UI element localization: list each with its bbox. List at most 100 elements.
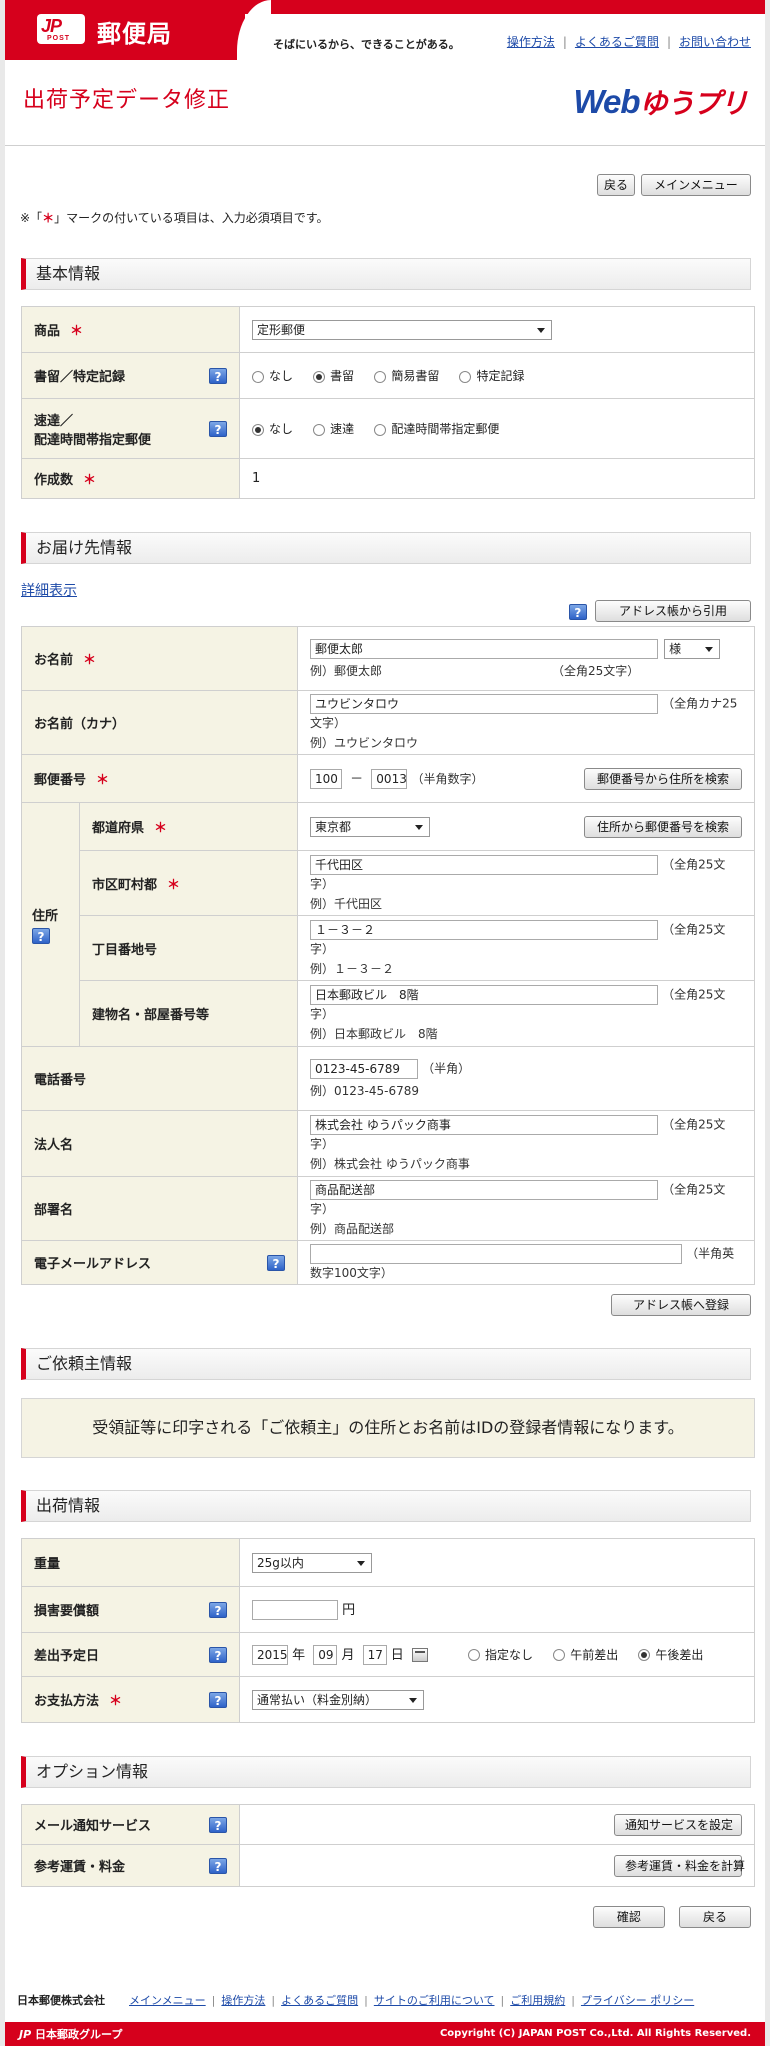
top-actions: 戻る メインメニュー <box>591 174 751 196</box>
city-input[interactable]: 千代田区 <box>310 854 658 875</box>
radio-express-timeslot[interactable]: 配達時間帯指定郵便 <box>374 420 499 437</box>
radio-registered-record[interactable]: 特定記録 <box>459 367 524 384</box>
row-block: 丁目番地号 １－３－２ （全角25文字） 例）１－３－２ <box>22 915 755 981</box>
link-faq[interactable]: よくあるご質問 <box>575 35 659 49</box>
kana-input[interactable]: ユウビンタロウ <box>310 694 658 714</box>
footer-link-menu[interactable]: メインメニュー <box>129 1994 206 2007</box>
top-links: 操作方法 | よくあるご質問 | お問い合わせ <box>506 35 751 49</box>
radio-registered-none[interactable]: なし <box>252 367 293 384</box>
page-title: 出荷予定データ修正 <box>23 88 231 113</box>
row-count: 作成数＊ 1 <box>21 458 755 499</box>
link-contact[interactable]: お問い合わせ <box>679 35 751 49</box>
help-icon[interactable]: ? <box>209 1857 227 1874</box>
product-select[interactable]: 定形郵便 <box>252 319 552 340</box>
help-icon[interactable]: ? <box>209 367 227 384</box>
row-building: 建物名・部屋番号等 日本郵政ビル 8階 （全角25文字） 例）日本郵政ビル 8階 <box>22 980 755 1047</box>
footer-company: 日本郵便株式会社 <box>17 1994 105 2007</box>
radio-time-none[interactable]: 指定なし <box>468 1646 533 1663</box>
bottom-actions: 確認 戻る <box>592 1906 751 1928</box>
honorific-select[interactable]: 様 <box>664 638 721 659</box>
recipient-table: お名前＊ 郵便太郎 様 例）郵便太郎 （全角25文字） お名前（カナ） ユウビンタ… <box>21 626 755 1285</box>
required-mark: ＊ <box>109 1694 123 1709</box>
notify-settings-button[interactable]: 通知サービスを設定 <box>614 1813 742 1836</box>
email-input[interactable] <box>310 1244 682 1264</box>
zip-second-input[interactable]: 0013 <box>371 769 408 790</box>
header-stripe <box>245 0 765 14</box>
footer-link-help[interactable]: 操作方法 <box>221 1994 265 2007</box>
fee-calc-button[interactable]: 参考運賃・料金を計算 <box>614 1854 745 1877</box>
section-options: オプション情報 <box>21 1756 751 1788</box>
main-menu-button[interactable]: メインメニュー <box>641 174 751 196</box>
row-product: 商品＊ 定形郵便 <box>21 306 755 353</box>
radio-express-sokutatsu[interactable]: 速達 <box>313 420 354 437</box>
help-icon[interactable]: ? <box>209 1816 227 1833</box>
payment-select[interactable]: 通常払い（料金別納） <box>252 1689 424 1710</box>
link-help[interactable]: 操作方法 <box>507 35 555 49</box>
zip-first-input[interactable]: 100 <box>310 769 342 790</box>
jp-post-mark-icon: JP POST <box>37 14 85 44</box>
confirm-button[interactable]: 確認 <box>592 1906 665 1928</box>
help-icon[interactable]: ? <box>209 1691 227 1708</box>
month-input[interactable]: 09 <box>313 1645 338 1666</box>
help-icon[interactable]: ? <box>568 603 587 620</box>
footer: 日本郵便株式会社 メインメニュー | 操作方法 | よくあるご質問 | サイトのご利用につい… <box>5 1992 765 2010</box>
help-icon[interactable]: ? <box>209 1646 227 1663</box>
radio-registered-simple[interactable]: 簡易書留 <box>374 367 439 384</box>
day-input[interactable]: 17 <box>362 1645 387 1666</box>
footer-link-site[interactable]: サイトのご利用について <box>374 1994 495 2007</box>
logo-name: 郵便局 <box>97 20 172 48</box>
logo[interactable]: JP POST 郵便局 <box>5 0 245 60</box>
row-department: 部署名 商品配送部 （全角25文字） 例）商品配送部 <box>21 1176 755 1241</box>
addressbook-import-button[interactable]: アドレス帳から引用 <box>595 600 751 622</box>
section-shipping: 出荷情報 <box>21 1490 751 1522</box>
radio-time-afternoon[interactable]: 午後差出 <box>638 1646 703 1663</box>
jp-mark-icon: JP <box>19 2028 32 2041</box>
help-icon[interactable]: ? <box>267 1254 285 1271</box>
radio-time-morning[interactable]: 午前差出 <box>553 1646 618 1663</box>
count-value: 1 <box>239 458 755 499</box>
web-yupuri-logo: Webゆうプリ <box>573 83 748 120</box>
damage-input[interactable] <box>252 1600 338 1621</box>
sender-notice: 受領証等に印字される「ご依頼主」の住所とお名前はIDの登録者情報になります。 <box>21 1398 755 1458</box>
department-input[interactable]: 商品配送部 <box>310 1180 658 1200</box>
section-recipient: お届け先情報 <box>21 532 751 564</box>
help-icon[interactable]: ? <box>209 420 227 437</box>
row-payment: お支払方法＊? 通常払い（料金別納） <box>21 1676 755 1723</box>
register-actions: アドレス帳へ登録 <box>611 1294 751 1316</box>
address-search-button[interactable]: 住所から郵便番号を検索 <box>584 815 742 838</box>
footer-link-faq[interactable]: よくあるご質問 <box>281 1994 358 2007</box>
detail-link[interactable]: 詳細表示 <box>21 580 77 600</box>
help-icon[interactable]: ? <box>209 1601 227 1618</box>
weight-select[interactable]: 25g以内 <box>252 1552 372 1573</box>
row-city: 市区町村都＊ 千代田区 （全角25文字） 例）千代田区 <box>22 850 755 916</box>
row-prefecture: 住所? 都道府県＊ 東京都 住所から郵便番号を検索 <box>21 802 755 1047</box>
calendar-icon[interactable] <box>411 1648 428 1663</box>
radio-registered-kakitome[interactable]: 書留 <box>313 367 354 384</box>
phone-input[interactable]: 0123-45-6789 <box>310 1058 418 1079</box>
shipping-table: 重量 25g以内 損害要償額? 円 差出予定日? 2015 年 09 月 17 … <box>21 1538 755 1723</box>
page: JP POST 郵便局 そばにいるから、できることがある。 操作方法 | よくあるご… <box>0 0 770 2046</box>
year-input[interactable]: 2015 <box>252 1645 288 1666</box>
title-bar: 出荷予定データ修正 Webゆうプリ <box>5 60 765 146</box>
back-button-top[interactable]: 戻る <box>596 174 635 196</box>
header: JP POST 郵便局 そばにいるから、できることがある。 操作方法 | よくあるご… <box>5 0 765 60</box>
row-name: お名前＊ 郵便太郎 様 例）郵便太郎 （全角25文字） <box>21 626 755 691</box>
prefecture-select[interactable]: 東京都 <box>310 816 430 837</box>
radio-express-none[interactable]: なし <box>252 420 293 437</box>
help-icon[interactable]: ? <box>32 927 50 944</box>
footer-link-privacy[interactable]: プライバシー ポリシー <box>581 1994 694 2007</box>
required-mark: ＊ <box>83 653 97 668</box>
addressbook-register-button[interactable]: アドレス帳へ登録 <box>611 1294 751 1316</box>
required-mark: ＊ <box>167 877 181 893</box>
back-button-bottom[interactable]: 戻る <box>679 1906 751 1928</box>
building-input[interactable]: 日本郵政ビル 8階 <box>310 985 658 1005</box>
group-logo: JP 日本郵政グループ <box>19 2028 123 2041</box>
required-mark: ＊ <box>96 773 110 788</box>
zip-search-button[interactable]: 郵便番号から住所を検索 <box>584 767 742 790</box>
row-email: 電子メールアドレス? （半角英数字100文字） <box>21 1240 755 1285</box>
footer-link-terms[interactable]: ご利用規約 <box>510 1994 565 2007</box>
block-input[interactable]: １－３－２ <box>310 919 658 940</box>
name-input[interactable]: 郵便太郎 <box>310 638 658 659</box>
row-registered: 書留／特定記録? なし 書留 簡易書留 特定記録 <box>21 352 755 399</box>
corporation-input[interactable]: 株式会社 ゆうパック商事 <box>310 1115 658 1135</box>
